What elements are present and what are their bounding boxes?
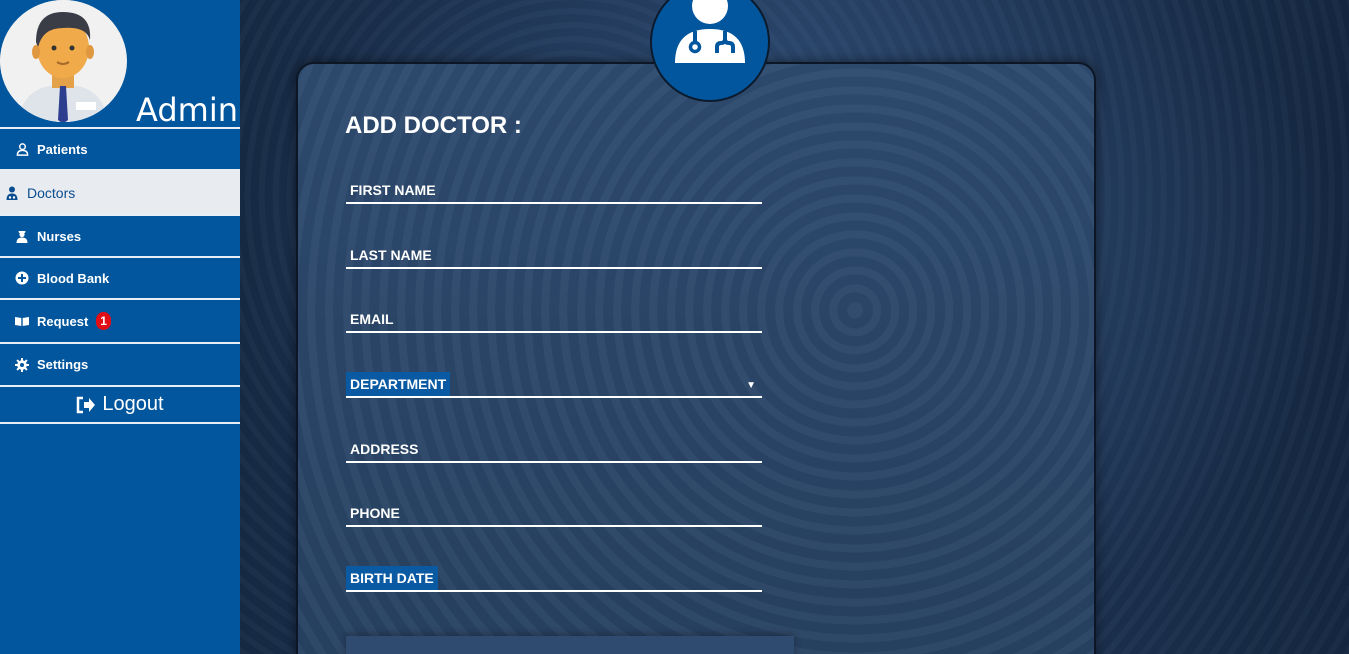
phone-label: PHONE (350, 505, 400, 521)
address-label: ADDRESS (350, 441, 419, 457)
book-icon (14, 313, 30, 329)
sidebar-item-label: Blood Bank (37, 270, 110, 286)
phone-field[interactable]: PHONE (346, 501, 762, 527)
doctor-icon (673, 0, 747, 63)
request-count-badge: 1 (96, 312, 111, 330)
sidebar-item-blood-bank[interactable]: Blood Bank (0, 256, 240, 298)
birth-date-label: BIRTH DATE (346, 566, 438, 590)
sidebar-item-label: Doctors (27, 184, 76, 201)
admin-title: Admin (136, 91, 238, 129)
gear-icon (14, 357, 30, 373)
last-name-label: LAST NAME (350, 247, 432, 263)
sidebar-item-label: Nurses (37, 228, 82, 244)
sidebar: Admin Patients Doctors Nurses Blood Bank… (0, 0, 240, 654)
sidebar-item-settings[interactable]: Settings (0, 342, 240, 385)
first-name-field[interactable]: FIRST NAME (346, 178, 762, 204)
sidebar-item-doctors[interactable]: Doctors (0, 169, 240, 214)
doctor-icon (4, 185, 20, 201)
admin-avatar (0, 0, 127, 122)
form-footer-panel (346, 636, 794, 654)
admin-profile: Admin (0, 0, 240, 129)
sidebar-item-label: Settings (37, 357, 89, 372)
sign-out-icon (76, 396, 96, 414)
plus-circle-icon (14, 270, 30, 286)
department-label: DEPARTMENT (346, 372, 451, 396)
chevron-down-icon: ▼ (746, 380, 756, 391)
sidebar-item-label: Patients (37, 141, 88, 157)
sidebar-item-patients[interactable]: Patients (0, 127, 240, 169)
last-name-field[interactable]: LAST NAME (346, 243, 762, 269)
form-title: ADD DOCTOR : (345, 112, 522, 139)
sidebar-item-label: Request (37, 313, 89, 329)
address-field[interactable]: ADDRESS (346, 437, 762, 463)
logout-label: Logout (102, 393, 164, 415)
logout-button[interactable]: Logout (0, 385, 240, 424)
department-select[interactable]: DEPARTMENT ▼ (346, 372, 762, 398)
birth-date-field[interactable]: BIRTH DATE (346, 566, 762, 592)
user-icon (14, 141, 30, 157)
email-label: EMAIL (350, 311, 394, 327)
nurse-icon (14, 228, 30, 244)
first-name-label: FIRST NAME (350, 182, 436, 198)
sidebar-item-nurses[interactable]: Nurses (0, 214, 240, 256)
main-content: ADD DOCTOR : FIRST NAME LAST NAME EMAIL … (240, 0, 1349, 654)
sidebar-item-request[interactable]: Request 1 (0, 298, 240, 342)
email-field[interactable]: EMAIL (346, 307, 762, 333)
